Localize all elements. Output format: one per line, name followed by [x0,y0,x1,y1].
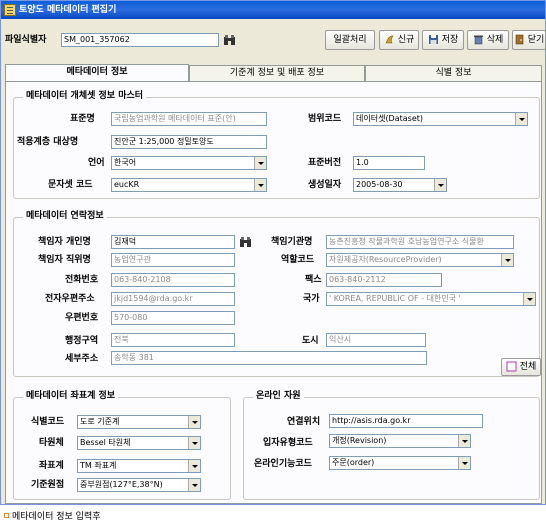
language-label: 언어 [88,158,105,168]
chevron-down-icon[interactable] [458,457,470,469]
tab-identification[interactable]: 식별 정보 [365,65,542,81]
search-binoculars-icon[interactable] [239,236,252,248]
org-label: 책임기관명 [271,237,313,247]
title-bar: 토양도 메타데이터 편집기 [1,1,545,19]
new-icon [385,35,394,43]
window-title: 토양도 메타데이터 편집기 [19,5,117,15]
chevron-down-icon[interactable] [434,179,446,191]
apply-level-label: 적용계층 대상명 [17,137,79,147]
person-input[interactable]: 김재덕 [111,235,235,249]
role-select[interactable]: 자원제공자(ResourceProvider) [326,253,514,267]
person-label: 책임자 개인명 [38,237,91,247]
close-button[interactable]: 닫기 [512,30,546,50]
tab-metadata-info[interactable]: 메타데이터 정보 [5,64,189,82]
delete-button[interactable]: 삭제 [467,30,509,50]
scope-code-label: 범위코드 [308,114,342,124]
city-label: 도시 [302,336,319,346]
chevron-down-icon[interactable] [254,157,266,169]
protocol-select[interactable]: 개정(Revision) [329,434,471,448]
origin-select[interactable]: 중부원점(127°E,38°N) [77,478,201,492]
chevron-down-icon[interactable] [188,437,200,449]
city-input[interactable]: 익산시 [326,333,426,347]
ellipsoid-select[interactable]: Bessel 타원체 [77,436,201,450]
charset-select[interactable]: eucKR [111,178,267,192]
province-input[interactable]: 전북 [111,333,235,347]
phone-label: 전화번호 [65,275,99,285]
created-date-select[interactable]: 2005-08-30 [353,178,447,192]
link-input[interactable]: http://asis.rda.go.kr [329,414,483,428]
chevron-down-icon[interactable] [188,460,200,472]
file-id-label: 파일식별자 [5,35,47,45]
chevron-down-icon[interactable] [254,179,266,191]
role-label: 역할코드 [281,255,315,265]
contact-legend: 메타데이터 연락정보 [23,211,107,222]
door-exit-icon [515,34,524,44]
function-label: 온라인기능코드 [254,459,312,469]
save-button[interactable]: 저장 [422,30,464,50]
standard-name-input[interactable]: 국립농업과학원 메타데이터 표준(안) [111,112,267,126]
link-label: 연결위치 [287,417,321,427]
email-input[interactable]: jkjd1594@rda.go.kr [111,292,235,306]
bullet-icon [4,513,9,518]
chevron-down-icon[interactable] [515,113,527,125]
position-label: 책임자 직위명 [38,255,91,265]
position-input[interactable]: 농업연구관 [111,253,235,267]
new-button[interactable]: 신규 [379,30,419,50]
all-button[interactable]: 전체 [501,358,541,376]
province-label: 행정구역 [65,336,99,346]
batch-button[interactable]: 일괄처리 [325,30,375,50]
address-input[interactable]: 송학동 381 [111,351,427,365]
chevron-down-icon[interactable] [188,416,200,428]
standard-name-label: 표준명 [70,114,95,124]
created-date-label: 생성일자 [308,180,342,190]
zip-label: 우편번호 [65,313,99,323]
id-code-select[interactable]: 도로 기준계 [77,415,201,429]
coord-system-label: 좌표계 [39,461,64,471]
chevron-down-icon[interactable] [501,254,513,266]
origin-label: 기준원점 [31,480,65,490]
email-label: 전자우편주소 [45,294,95,304]
phone-input[interactable]: 063-840-2108 [111,273,235,287]
search-binoculars-icon[interactable] [223,34,236,46]
coord-system-select[interactable]: TM 좌표계 [77,459,201,473]
tab-reference-distribution[interactable]: 기준계 정보 및 배포 정보 [189,65,365,81]
standard-version-label: 표준버전 [308,158,342,168]
chevron-down-icon[interactable] [188,479,200,491]
ellipsoid-label: 타원체 [39,438,64,448]
function-select[interactable]: 주문(order) [329,456,471,470]
chevron-down-icon[interactable] [523,293,535,305]
grid-icon [506,361,517,371]
file-id-input[interactable]: SM_001_357062 [61,33,219,47]
meta-master-legend: 메타데이터 개체셋 정보 마스터 [23,91,147,102]
fax-input[interactable]: 063-840-2112 [326,273,442,287]
coordinate-legend: 메타데이터 좌표계 정보 [23,391,119,402]
chevron-down-icon[interactable] [458,435,470,447]
figure-caption: 메타데이터 정보 입력후 [4,512,101,523]
zip-input[interactable]: 570-080 [111,311,235,325]
country-label: 국가 [303,294,320,304]
trash-icon [473,35,483,44]
editor-window: 토양도 메타데이터 편집기 파일식별자 SM_001_357062 일괄처리 신… [0,0,546,505]
country-select[interactable]: ' KOREA, REPUBLIC OF - 대한민국 ' [326,292,536,306]
language-select[interactable]: 한국어 [111,156,267,170]
charset-label: 문자셋 코드 [48,180,93,190]
address-label: 세부주소 [65,354,99,364]
app-icon [4,4,16,16]
standard-version-input[interactable]: 1.0 [353,156,425,170]
save-disk-icon [428,34,438,44]
org-input[interactable]: 농촌진흥청 작물과학원 호남농업연구소 식물환 [326,235,514,249]
fax-label: 팩스 [305,275,322,285]
online-legend: 온라인 자원 [253,391,304,402]
id-code-label: 식별코드 [31,417,65,427]
protocol-label: 입자유형코드 [263,438,313,448]
scope-code-select[interactable]: 데이터셋(Dataset) [353,112,528,126]
apply-level-input[interactable]: 진안군 1:25,000 정밀토양도 [111,135,267,149]
